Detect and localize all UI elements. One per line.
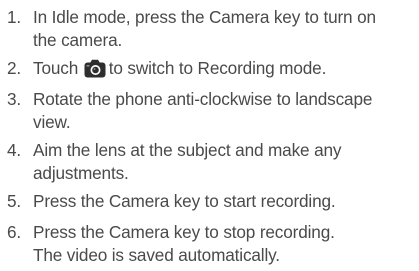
step-text: In Idle mode, press the Camera key to tu…: [33, 7, 419, 50]
step-text: Touch to switch to Recording mode.: [33, 58, 419, 78]
step-text-line: view.: [33, 112, 71, 132]
step-text-line: Press the Camera key to start recording.: [33, 191, 336, 211]
step-text-line: the camera.: [33, 30, 123, 50]
step-text-after-icon: to switch to Recording mode.: [108, 58, 327, 78]
step-text-line: Press the Camera key to stop recording.: [33, 222, 335, 242]
step-text: Aim the lens at the subject and make any…: [33, 140, 419, 183]
step-text-line: In Idle mode, press the Camera key to tu…: [33, 7, 376, 27]
camera-icon: [84, 59, 106, 78]
step-text-line: Touch to switch to Recording mode.: [33, 58, 419, 78]
step-text-before-icon: Touch: [33, 58, 79, 78]
step-text: Rotate the phone anti-clockwise to lands…: [33, 89, 419, 132]
step-text-line: Rotate the phone anti-clockwise to lands…: [33, 89, 373, 109]
step-text-line: adjustments.: [33, 163, 129, 183]
step-number: 1.: [7, 7, 22, 27]
step-number: 3.: [7, 89, 22, 109]
step-text: Press the Camera key to start recording.: [33, 191, 419, 211]
step-text-line: Aim the lens at the subject and make any: [33, 140, 342, 160]
step-text: Press the Camera key to stop recording. …: [33, 222, 419, 265]
step-number: 2.: [7, 58, 22, 78]
step-text-line: The video is saved automatically.: [33, 245, 280, 265]
step-number: 5.: [7, 191, 22, 211]
step-number: 4.: [7, 140, 22, 160]
step-number: 6.: [7, 222, 22, 242]
